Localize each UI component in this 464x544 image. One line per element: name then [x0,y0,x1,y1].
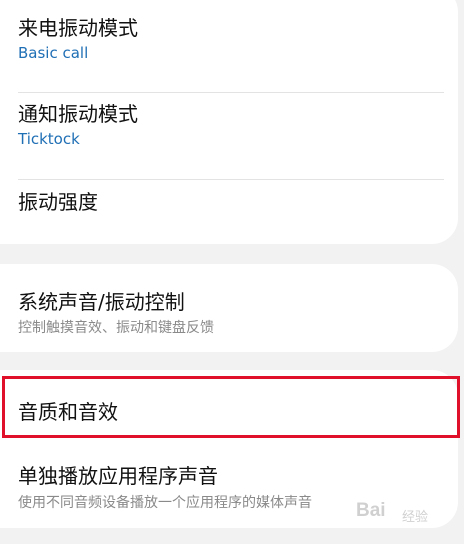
incoming-call-vibration-value: Basic call [18,44,89,62]
incoming-call-vibration-title: 来电振动模式 [18,16,138,40]
sound-quality-effects-title: 音质和音效 [18,400,118,424]
separate-app-sound-title: 单独播放应用程序声音 [18,464,218,488]
system-sound-card: 系统声音/振动控制 控制触摸音效、振动和键盘反馈 [0,264,458,352]
notification-vibration-title: 通知振动模式 [18,102,138,126]
vibration-intensity-title: 振动强度 [18,190,98,214]
vibration-settings-card: 来电振动模式 Basic call 通知振动模式 Ticktock 振动强度 [0,0,458,244]
incoming-call-vibration-item[interactable]: 来电振动模式 Basic call [0,0,458,80]
notification-vibration-item[interactable]: 通知振动模式 Ticktock [0,93,458,179]
notification-vibration-value: Ticktock [18,130,80,148]
separate-app-sound-desc: 使用不同音频设备播放一个应用程序的媒体声音 [18,495,312,511]
vibration-intensity-item[interactable]: 振动强度 [0,180,458,244]
separate-app-sound-item[interactable]: 单独播放应用程序声音 使用不同音频设备播放一个应用程序的媒体声音 [0,442,458,528]
system-sound-vibration-control-desc: 控制触摸音效、振动和键盘反馈 [18,320,214,336]
system-sound-vibration-control-title: 系统声音/振动控制 [18,290,185,314]
sound-quality-card: 音质和音效 单独播放应用程序声音 使用不同音频设备播放一个应用程序的媒体声音 [0,370,458,528]
sound-quality-effects-item[interactable]: 音质和音效 [0,370,458,440]
system-sound-vibration-control-item[interactable]: 系统声音/振动控制 控制触摸音效、振动和键盘反馈 [0,264,458,352]
